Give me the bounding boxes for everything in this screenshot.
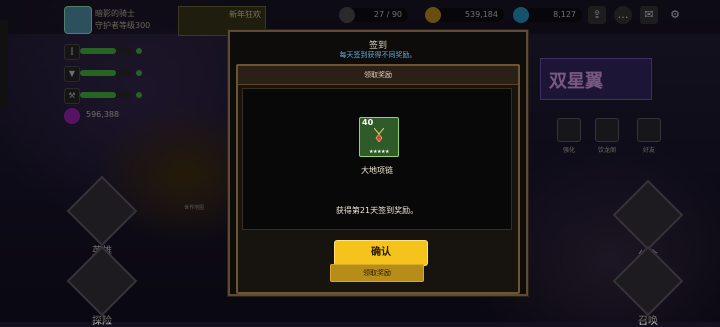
dialog-subtitle: 每天签到获得不同奖励。: [339, 51, 417, 59]
item-stars: ★★★★★: [369, 149, 389, 155]
reward-panel: 领取奖励 40 ★★★★★ 大地项链 获得第21天签到奖励。 确认: [236, 64, 520, 294]
claim-reward-button[interactable]: 领取奖励: [330, 264, 424, 282]
checkin-dialog: 签到 每天签到获得不同奖励。 领取奖励 40 ★★★★★ 大地项链 获得第21天…: [228, 30, 528, 296]
reward-message: 获得第21天签到奖励。: [335, 206, 419, 215]
necklace-icon: [374, 128, 384, 142]
item-quantity: 40: [362, 118, 374, 127]
reward-panel-title: 领取奖励: [238, 66, 518, 85]
confirm-button[interactable]: 确认: [334, 240, 428, 266]
item-name: 大地项链: [361, 166, 393, 175]
reward-panel-body: 40 ★★★★★ 大地项链 获得第21天签到奖励。: [242, 88, 512, 230]
reward-item-slot[interactable]: 40 ★★★★★: [359, 117, 399, 157]
